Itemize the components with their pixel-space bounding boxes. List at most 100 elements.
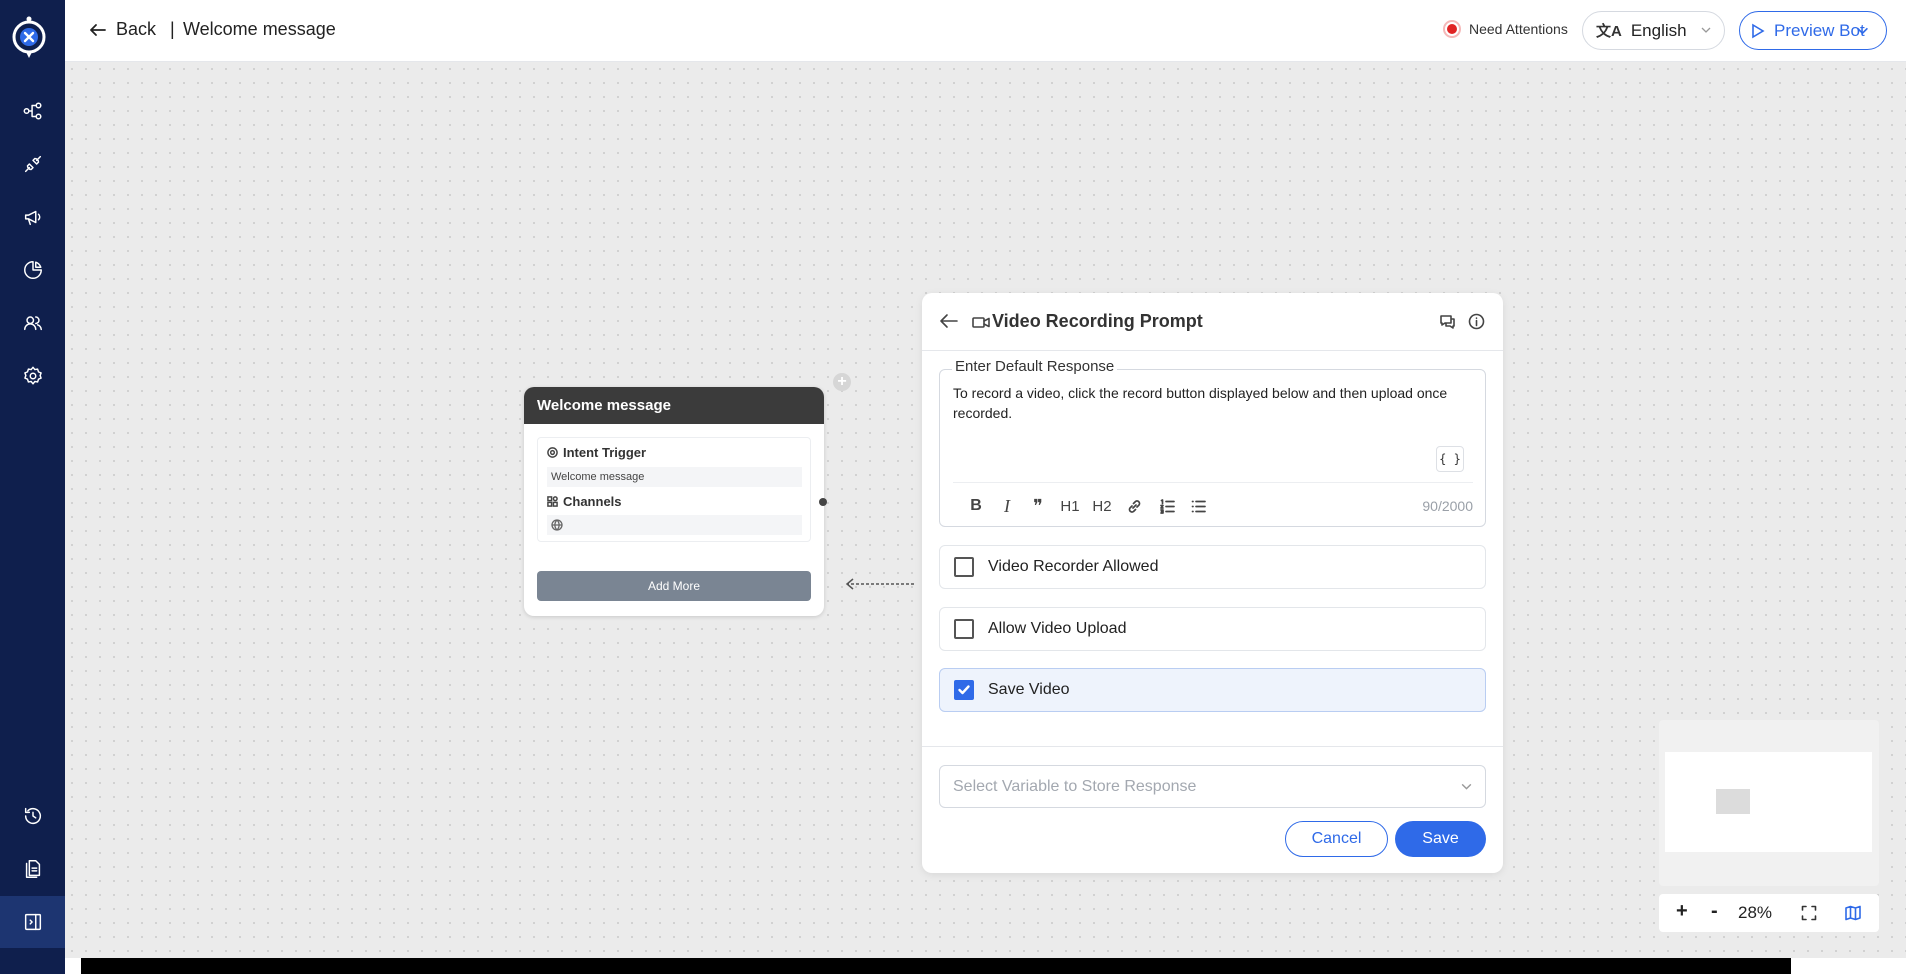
page-title: Welcome message bbox=[183, 19, 336, 39]
save-video-checkbox[interactable] bbox=[954, 680, 974, 700]
intent-trigger-value: Welcome message bbox=[547, 467, 802, 487]
channels-value bbox=[547, 515, 802, 535]
heading-1-button[interactable]: H1 bbox=[1059, 495, 1081, 517]
store-response-placeholder: Select Variable to Store Response bbox=[953, 778, 1197, 795]
sidebar-item-broadcast[interactable] bbox=[0, 191, 65, 243]
allow-video-upload-option[interactable]: Allow Video Upload bbox=[939, 607, 1486, 651]
allow-video-upload-checkbox[interactable] bbox=[954, 619, 974, 639]
app-logo[interactable] bbox=[8, 14, 50, 62]
minimap-viewport[interactable] bbox=[1665, 752, 1872, 852]
cancel-button[interactable]: Cancel bbox=[1285, 821, 1388, 857]
fit-view-button[interactable] bbox=[1801, 905, 1817, 926]
link-icon bbox=[1128, 499, 1140, 513]
quote-button[interactable]: ❞ bbox=[1027, 495, 1049, 517]
toggle-minimap-button[interactable] bbox=[1845, 905, 1861, 926]
alert-dot-icon bbox=[1443, 20, 1461, 38]
sidebar-item-integrations[interactable] bbox=[0, 138, 65, 190]
sidebar-item-users[interactable] bbox=[0, 297, 65, 349]
save-video-option[interactable]: Save Video bbox=[939, 668, 1486, 712]
target-icon bbox=[547, 447, 558, 458]
map-icon bbox=[1845, 905, 1861, 921]
channels-icon bbox=[547, 496, 558, 507]
bold-button[interactable]: B bbox=[965, 495, 987, 517]
add-node-button[interactable]: + bbox=[833, 373, 851, 391]
video-recorder-allowed-label: Video Recorder Allowed bbox=[988, 558, 1159, 575]
sidebar-item-history[interactable] bbox=[0, 790, 65, 842]
need-attentions-button[interactable]: Need Attentions bbox=[1443, 20, 1568, 38]
language-label: English bbox=[1630, 20, 1687, 40]
default-response-field[interactable]: To record a video, click the record butt… bbox=[939, 369, 1486, 527]
preview-bot-button[interactable]: Preview Bot bbox=[1739, 11, 1887, 50]
save-button[interactable]: Save bbox=[1395, 821, 1486, 857]
fullscreen-icon bbox=[1801, 905, 1817, 921]
intent-trigger-label: Intent Trigger bbox=[563, 445, 647, 460]
documents-icon bbox=[25, 860, 40, 878]
channels-label: Channels bbox=[563, 494, 622, 509]
users-icon bbox=[23, 316, 42, 331]
sidebar bbox=[0, 0, 65, 974]
chevron-down-icon[interactable] bbox=[1856, 24, 1869, 37]
settings-icon bbox=[23, 366, 42, 385]
need-attentions-label: Need Attentions bbox=[1469, 21, 1568, 37]
minimap-node bbox=[1716, 789, 1750, 814]
zoom-out-button[interactable]: - bbox=[1711, 900, 1718, 923]
checkmark-icon bbox=[958, 685, 970, 695]
flow-icon bbox=[23, 102, 42, 120]
ordered-list-button[interactable] bbox=[1156, 495, 1178, 517]
collapse-panel-icon bbox=[24, 913, 41, 931]
sidebar-item-collapse-panel[interactable] bbox=[0, 896, 65, 948]
bullet-list-icon bbox=[1191, 500, 1206, 512]
arrow-left-icon bbox=[940, 314, 958, 328]
panel-divider bbox=[922, 746, 1503, 747]
back-button[interactable]: Back bbox=[89, 19, 156, 40]
zoom-controls: + - 28% bbox=[1659, 894, 1879, 932]
welcome-message-node[interactable]: Welcome message Intent Trigger Welcome m… bbox=[524, 387, 824, 616]
analytics-icon bbox=[23, 261, 42, 279]
preview-bot-label: Preview Bot bbox=[1774, 20, 1865, 40]
node-output-handle[interactable] bbox=[819, 498, 827, 506]
bullet-list-button[interactable] bbox=[1187, 495, 1209, 517]
zoom-level: 28% bbox=[1738, 903, 1773, 922]
character-counter: 90/2000 bbox=[1422, 498, 1473, 514]
top-header: Back | Welcome message Need Attentions 文… bbox=[65, 0, 1906, 62]
heading-2-button[interactable]: H2 bbox=[1091, 495, 1113, 517]
zoom-in-button[interactable]: + bbox=[1676, 900, 1688, 923]
panel-header: Video Recording Prompt bbox=[922, 293, 1503, 351]
sidebar-item-analytics[interactable] bbox=[0, 244, 65, 296]
video-recorder-allowed-checkbox[interactable] bbox=[954, 557, 974, 577]
play-icon bbox=[1752, 23, 1765, 38]
video-recording-prompt-panel: Video Recording Prompt To record a video… bbox=[922, 293, 1503, 873]
sidebar-item-flow[interactable] bbox=[0, 85, 65, 137]
video-camera-icon bbox=[972, 314, 990, 330]
channels-title: Channels bbox=[547, 494, 622, 509]
minimap[interactable] bbox=[1659, 720, 1879, 886]
ordered-list-icon bbox=[1159, 498, 1175, 514]
node-title: Welcome message bbox=[524, 387, 824, 424]
node-body: Intent Trigger Welcome message Channels bbox=[537, 437, 811, 542]
globe-icon bbox=[551, 519, 563, 531]
allow-video-upload-label: Allow Video Upload bbox=[988, 620, 1127, 637]
default-response-text[interactable]: To record a video, click the record butt… bbox=[953, 383, 1473, 423]
panel-title: Video Recording Prompt bbox=[992, 311, 1203, 331]
chevron-down-icon bbox=[1701, 27, 1711, 33]
link-button[interactable] bbox=[1123, 495, 1145, 517]
info-icon[interactable] bbox=[1468, 313, 1485, 330]
comments-icon[interactable] bbox=[1439, 313, 1456, 330]
sidebar-item-documents[interactable] bbox=[0, 843, 65, 895]
italic-button[interactable]: I bbox=[996, 495, 1018, 517]
store-response-variable-select[interactable]: Select Variable to Store Response bbox=[939, 765, 1486, 808]
default-response-label: Enter Default Response bbox=[952, 358, 1118, 375]
language-select[interactable]: 文A English bbox=[1582, 11, 1725, 50]
sidebar-item-settings[interactable] bbox=[0, 350, 65, 402]
intent-trigger-title: Intent Trigger bbox=[547, 445, 646, 460]
title-separator: | bbox=[170, 19, 175, 39]
history-icon bbox=[24, 807, 41, 825]
insert-variable-button[interactable]: { } bbox=[1436, 446, 1464, 472]
bottom-bar bbox=[81, 958, 1791, 974]
arrow-left-icon bbox=[90, 23, 106, 36]
video-recorder-allowed-option[interactable]: Video Recorder Allowed bbox=[939, 545, 1486, 589]
add-more-button[interactable]: Add More bbox=[537, 571, 811, 601]
panel-back-button[interactable] bbox=[939, 311, 959, 331]
save-video-label: Save Video bbox=[988, 681, 1070, 698]
chevron-down-icon bbox=[1461, 783, 1472, 790]
